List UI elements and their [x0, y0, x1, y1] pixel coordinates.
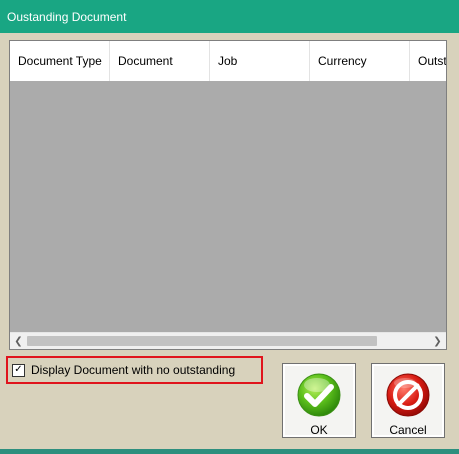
green-check-icon — [297, 373, 341, 417]
column-header-document[interactable]: Document — [110, 41, 210, 81]
scroll-left-icon[interactable]: ❮ — [10, 333, 27, 349]
grid-body — [10, 81, 446, 332]
display-no-outstanding-option[interactable]: ✓ Display Document with no outstanding — [6, 356, 263, 384]
scrollbar-thumb[interactable] — [27, 336, 377, 346]
column-header-document-type[interactable]: Document Type — [10, 41, 110, 81]
scroll-right-icon[interactable]: ❯ — [429, 333, 446, 349]
cancel-button-label: Cancel — [389, 423, 427, 437]
display-no-outstanding-checkbox[interactable]: ✓ — [12, 363, 25, 377]
horizontal-scrollbar[interactable]: ❮ ❯ — [10, 332, 446, 349]
cancel-button[interactable]: Cancel — [371, 363, 445, 438]
column-header-job[interactable]: Job — [210, 41, 310, 81]
document-grid[interactable]: Document Type Document Job Currency Outs… — [9, 40, 447, 350]
window-title: Oustanding Document — [7, 9, 127, 24]
title-bar: Oustanding Document — [0, 0, 459, 33]
grid-header: Document Type Document Job Currency Outs… — [10, 41, 446, 82]
ok-button[interactable]: OK — [282, 363, 356, 438]
column-header-currency[interactable]: Currency — [310, 41, 410, 81]
ok-button-label: OK — [310, 423, 328, 437]
column-header-outstanding[interactable]: Outst — [410, 41, 446, 81]
display-no-outstanding-label[interactable]: Display Document with no outstanding — [31, 363, 235, 377]
no-entry-icon — [386, 373, 430, 417]
window-bottom-edge — [0, 449, 459, 454]
